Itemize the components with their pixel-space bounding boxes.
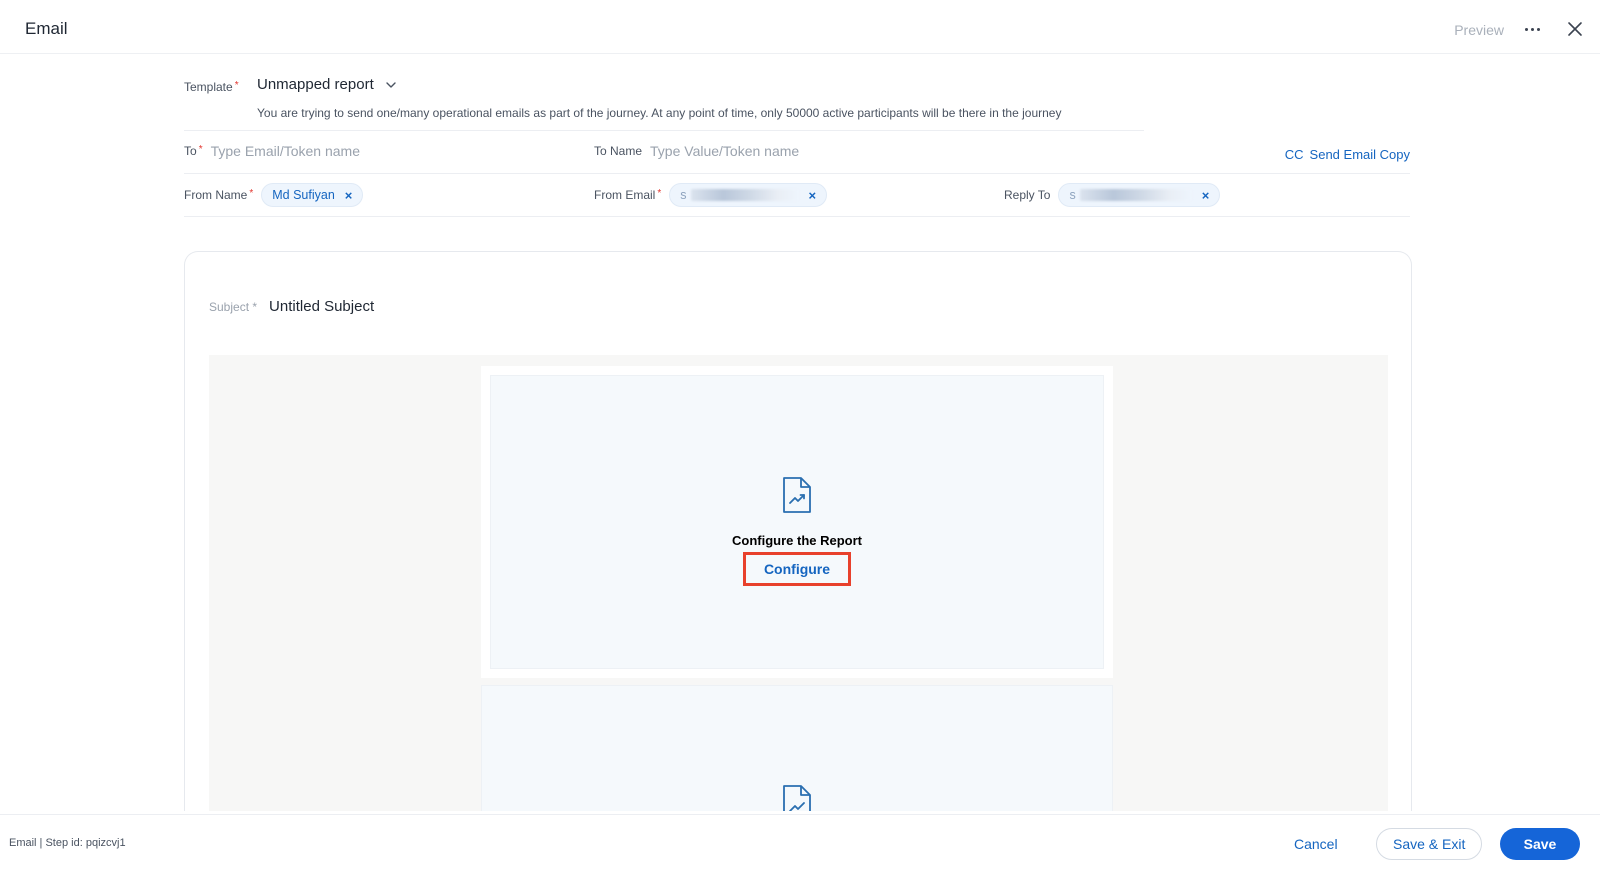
report-config-area: Configure the Report Configure: [491, 476, 1103, 586]
remove-chip-icon[interactable]: ×: [345, 188, 353, 203]
cc-send-copy-link[interactable]: CC Send Email Copy: [1285, 147, 1410, 162]
preview-button[interactable]: Preview: [1454, 22, 1504, 38]
from-email-label: From Email *: [594, 188, 662, 202]
from-name-chip-label: Md Sufiyan: [272, 188, 335, 202]
redacted-email: [690, 189, 799, 201]
template-label: Template *: [184, 80, 239, 94]
from-name-chip[interactable]: Md Sufiyan ×: [261, 183, 364, 207]
report-document-icon: [783, 785, 811, 811]
template-value: Unmapped report: [257, 76, 374, 93]
chevron-down-icon: [386, 81, 396, 88]
modal-title: Email: [25, 19, 68, 38]
subject-label: Subject *: [209, 299, 258, 314]
email-editor-card: Subject * Untitled Subject Configure the…: [184, 251, 1412, 811]
template-select[interactable]: Unmapped report: [257, 76, 398, 93]
from-name-field: From Name * Md Sufiyan ×: [184, 183, 364, 207]
report-document-icon: [783, 477, 811, 513]
from-email-chip-prefix: s: [680, 188, 687, 202]
report-block-2[interactable]: [481, 685, 1113, 811]
to-field: To * Type Email/Token name: [184, 143, 360, 159]
send-email-copy-label[interactable]: Send Email Copy: [1310, 147, 1410, 162]
more-options-icon[interactable]: [1520, 17, 1544, 41]
close-icon[interactable]: [1564, 18, 1586, 40]
recipient-row: To * Type Email/Token name To Name Type V…: [184, 143, 1410, 174]
from-email-field: From Email * s ×: [594, 183, 828, 207]
divider: [184, 216, 1410, 217]
to-name-label: To Name: [594, 144, 643, 158]
from-email-chip[interactable]: s ×: [669, 183, 828, 207]
subject-row: Subject * Untitled Subject: [209, 298, 374, 315]
remove-chip-icon[interactable]: ×: [1202, 188, 1210, 203]
save-exit-button[interactable]: Save & Exit: [1376, 828, 1483, 860]
reply-to-chip-prefix: s: [1069, 188, 1076, 202]
save-button[interactable]: Save: [1500, 828, 1580, 860]
to-label: To *: [184, 144, 203, 158]
reply-to-label: Reply To: [1004, 188, 1051, 202]
divider: [184, 130, 1144, 131]
report-placeholder: Configure the Report Configure: [490, 375, 1104, 669]
email-canvas: Configure the Report Configure: [209, 355, 1388, 811]
report-block[interactable]: Configure the Report Configure: [481, 366, 1113, 678]
subject-input[interactable]: Untitled Subject: [269, 298, 374, 315]
step-meta: Email | Step id: pqizcvj1: [9, 837, 126, 849]
reply-to-chip[interactable]: s ×: [1058, 183, 1221, 207]
divider: [184, 173, 1410, 174]
sender-row: From Name * Md Sufiyan × From Email * s × …: [184, 182, 1410, 217]
to-name-field: To Name Type Value/Token name: [594, 143, 799, 159]
report-config-area-2: [482, 784, 1112, 811]
redacted-email: [1079, 189, 1192, 201]
remove-chip-icon[interactable]: ×: [809, 188, 817, 203]
to-name-input[interactable]: Type Value/Token name: [650, 143, 799, 159]
template-notice: You are trying to send one/many operatio…: [257, 106, 1062, 120]
reply-to-field: Reply To s ×: [1004, 183, 1221, 207]
cc-label[interactable]: CC: [1285, 147, 1304, 162]
modal-footer: Email | Step id: pqizcvj1 Cancel Save & …: [0, 814, 1600, 870]
from-name-label: From Name *: [184, 188, 254, 202]
configure-button[interactable]: Configure: [742, 552, 852, 586]
report-config-title: Configure the Report: [732, 533, 862, 548]
to-input[interactable]: Type Email/Token name: [211, 143, 360, 159]
modal-header: Email Preview: [0, 0, 1600, 54]
cancel-button[interactable]: Cancel: [1278, 828, 1354, 860]
